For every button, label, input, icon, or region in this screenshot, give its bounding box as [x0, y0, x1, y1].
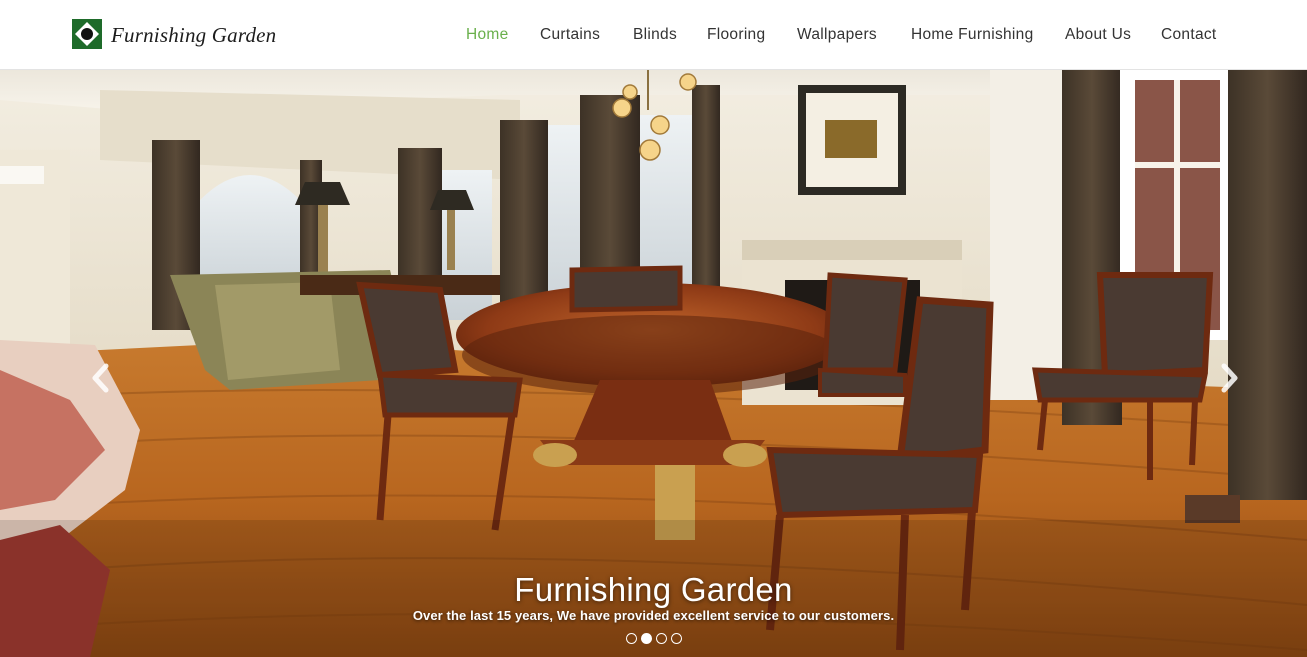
nav-home[interactable]: Home: [466, 24, 509, 46]
nav-home-furnishing[interactable]: Home Furnishing: [911, 24, 1034, 46]
hero-subtitle: Over the last 15 years, We have provided…: [412, 608, 895, 623]
nav-wallpapers[interactable]: Wallpapers: [797, 24, 877, 46]
slider-prev-button[interactable]: [86, 358, 116, 398]
slider-next-button[interactable]: [1214, 358, 1244, 398]
slide-indicator-2[interactable]: [640, 633, 652, 644]
nav-blinds[interactable]: Blinds: [633, 24, 677, 46]
chevron-right-icon: [1221, 363, 1238, 393]
dining-room-photo: [0, 70, 1307, 657]
chevron-left-icon: [92, 363, 109, 393]
nav-about-us[interactable]: About Us: [1065, 24, 1131, 46]
slide-indicator-4[interactable]: [670, 633, 682, 644]
nav-flooring[interactable]: Flooring: [707, 24, 765, 46]
hero-slider: Furnishing Garden Over the last 15 years…: [0, 70, 1307, 657]
slide-indicator-3[interactable]: [655, 633, 667, 644]
main-nav: Home Curtains Blinds Flooring Wallpapers…: [0, 24, 1307, 46]
hero-title: Furnishing Garden: [514, 571, 793, 608]
nav-curtains[interactable]: Curtains: [540, 24, 600, 46]
slider-indicators: [0, 633, 1307, 647]
slide-indicator-1[interactable]: [625, 633, 637, 644]
site-header: Furnishing Garden Home Curtains Blinds F…: [0, 0, 1307, 70]
nav-contact[interactable]: Contact: [1161, 24, 1217, 46]
